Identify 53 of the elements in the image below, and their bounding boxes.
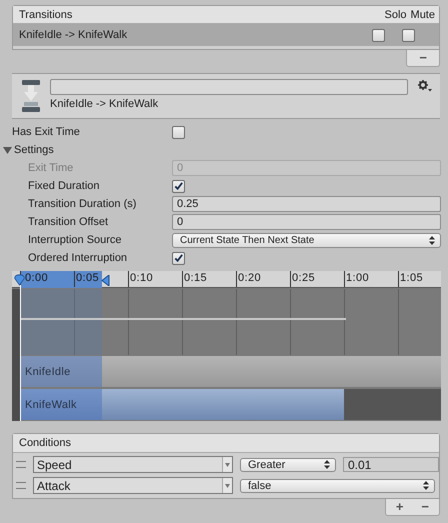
settings-foldout[interactable]: Settings <box>3 141 448 159</box>
list-title: Conditions <box>13 434 439 453</box>
tick-label: 0:15 <box>184 272 208 284</box>
number-field[interactable]: 0 <box>172 214 441 230</box>
caret-icon <box>225 462 230 466</box>
tick-label: 0:10 <box>130 272 154 284</box>
solo-checkbox[interactable] <box>372 28 385 42</box>
list-title: Transitions <box>19 8 74 20</box>
checkbox[interactable] <box>172 252 185 264</box>
remove-button[interactable]: − <box>417 500 433 514</box>
tick-label: 0:25 <box>292 272 316 284</box>
list-row[interactable]: KnifeIdle -> KnifeWalk <box>13 24 439 46</box>
up-down-arrows-icon <box>324 460 330 469</box>
settings-icon[interactable] <box>418 80 432 92</box>
parameter-dropdown[interactable]: Attack <box>33 477 233 494</box>
mode-dropdown[interactable]: false <box>240 478 435 492</box>
name-field[interactable] <box>50 79 408 95</box>
foldout-triangle-icon[interactable] <box>3 146 12 154</box>
up-down-arrows-icon <box>423 481 429 490</box>
property-label: Exit Time <box>28 162 74 174</box>
transition-name: KnifeIdle -> KnifeWalk <box>19 29 128 41</box>
column-label: Solo <box>384 8 407 20</box>
has-exit-time-checkbox[interactable] <box>172 126 185 138</box>
number-field: 0 <box>172 160 441 176</box>
property-label: Transition Offset <box>28 216 110 228</box>
mode-dropdown[interactable]: Greater <box>240 458 336 472</box>
caret-icon <box>225 484 230 488</box>
drag-handle-icon[interactable] <box>16 461 26 468</box>
tick-label: 0:00 <box>25 272 48 284</box>
dropdown[interactable]: Current State Then Next State <box>172 232 441 248</box>
property-label: Ordered Interruption <box>28 252 128 264</box>
drag-handle-icon[interactable] <box>16 482 26 489</box>
tick-label: 1:00 <box>346 272 370 284</box>
transition-title: KnifeIdle -> KnifeWalk <box>50 98 160 110</box>
property-label: Transition Duration (s) <box>28 198 138 210</box>
playhead-icon[interactable] <box>14 274 25 286</box>
property-label: Interruption Source <box>28 234 123 246</box>
mute-checkbox[interactable] <box>402 28 415 42</box>
checkbox[interactable] <box>172 180 185 192</box>
tick-label: 0:05 <box>76 272 100 284</box>
number-field[interactable]: 0.25 <box>172 196 441 212</box>
tick-label: 0:20 <box>238 272 262 284</box>
tick-label: 1:05 <box>400 272 424 284</box>
up-down-arrows-icon <box>429 236 435 244</box>
property-label: Has Exit Time <box>12 126 81 138</box>
property-label: Fixed Duration <box>28 180 101 192</box>
value-field[interactable]: 0.01 <box>343 457 439 472</box>
column-label: Mute <box>410 8 435 20</box>
add-button[interactable]: + <box>392 500 408 514</box>
clip-bar[interactable]: KnifeWalk <box>20 389 344 420</box>
clip-bar[interactable]: KnifeIdle <box>20 356 441 387</box>
parameter-dropdown[interactable]: Speed <box>33 456 233 473</box>
transition-icon <box>22 79 40 113</box>
